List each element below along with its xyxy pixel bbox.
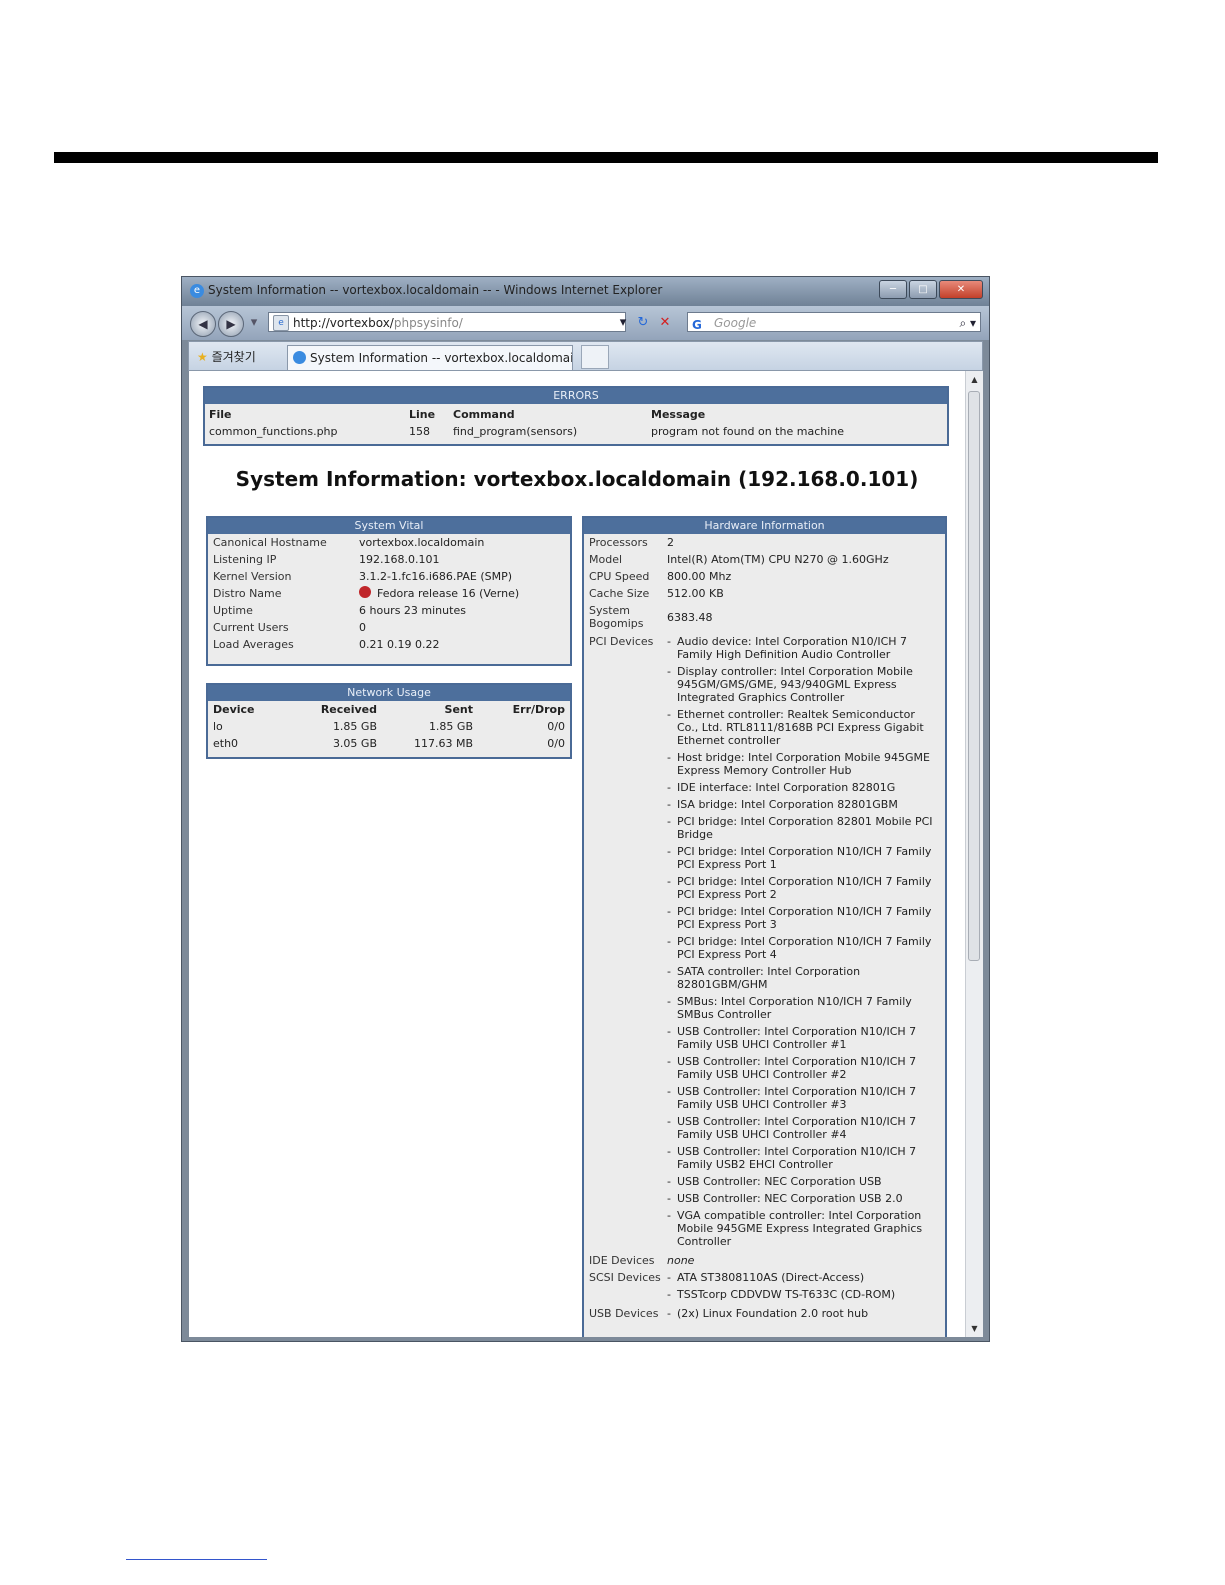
system-vital-heading: System Vital bbox=[208, 518, 570, 534]
list-item: USB Controller: Intel Corporation N10/IC… bbox=[667, 1055, 939, 1081]
table-row: lo 1.85 GB 1.85 GB 0/0 bbox=[213, 720, 565, 733]
list-item: (2x) Linux Foundation 2.0 root hub bbox=[667, 1307, 939, 1320]
list-item: USB Controller: NEC Corporation USB 2.0 bbox=[667, 1192, 939, 1205]
title-bar: e System Information -- vortexbox.locald… bbox=[182, 277, 989, 306]
list-item: SATA controller: Intel Corporation 82801… bbox=[667, 965, 939, 991]
errors-heading: ERRORS bbox=[205, 388, 947, 404]
stop-icon[interactable]: ✕ bbox=[656, 314, 674, 332]
list-item: SMBus: Intel Corporation N10/ICH 7 Famil… bbox=[667, 995, 939, 1021]
navigation-bar: ◀ ▶ ▾ e http://vortexbox/phpsysinfo/ ▾ ↻ … bbox=[182, 306, 989, 340]
list-item: PCI bridge: Intel Corporation N10/ICH 7 … bbox=[667, 875, 939, 901]
minimize-icon[interactable]: ─ bbox=[879, 280, 907, 299]
table-row: Load Averages 0.21 0.19 0.22 bbox=[213, 638, 440, 651]
address-dropdown-icon[interactable]: ▾ bbox=[614, 314, 632, 332]
star-icon: ★ bbox=[197, 350, 208, 364]
list-item: USB Controller: Intel Corporation N10/IC… bbox=[667, 1025, 939, 1051]
list-item: VGA compatible controller: Intel Corpora… bbox=[667, 1209, 939, 1248]
back-button[interactable]: ◀ bbox=[190, 311, 216, 337]
network-header-row: Device Received Sent Err/Drop bbox=[213, 703, 565, 716]
list-item: ATA ST3808110AS (Direct-Access) bbox=[667, 1271, 939, 1284]
list-item: USB Controller: Intel Corporation N10/IC… bbox=[667, 1085, 939, 1111]
page-content: ERRORS File Line Command Message common_… bbox=[189, 371, 983, 1337]
window-controls: ─ □ ✕ bbox=[879, 280, 983, 299]
browser-window: e System Information -- vortexbox.locald… bbox=[181, 276, 990, 1342]
table-row: Cache Size 512.00 KB bbox=[589, 587, 724, 600]
page-title: System Information: vortexbox.localdomai… bbox=[235, 467, 919, 491]
list-item: Display controller: Intel Corporation Mo… bbox=[667, 665, 939, 704]
list-item: ISA bridge: Intel Corporation 82801GBM bbox=[667, 798, 939, 811]
google-search-icon: G bbox=[692, 318, 702, 332]
table-row: Distro Name Fedora release 16 (Verne) bbox=[213, 586, 520, 600]
network-usage-heading: Network Usage bbox=[208, 685, 570, 701]
list-item: USB Controller: Intel Corporation N10/IC… bbox=[667, 1115, 939, 1141]
address-bar[interactable]: e http://vortexbox/phpsysinfo/ bbox=[268, 312, 626, 332]
hardware-information-panel: Hardware Information Processors 2 Model In… bbox=[582, 516, 947, 1337]
document-header-rule bbox=[54, 152, 1158, 163]
search-icon[interactable]: ⌕ ▾ bbox=[959, 313, 976, 333]
table-row: Kernel Version 3.1.2-1.fc16.i686.PAE (SMP… bbox=[213, 570, 513, 583]
close-icon[interactable]: ✕ bbox=[939, 280, 983, 299]
usb-device-list: (2x) Linux Foundation 2.0 root hub bbox=[667, 1305, 945, 1324]
tab-system-information[interactable]: System Information -- vortexbox.localdom… bbox=[287, 345, 573, 370]
ie-logo-icon: e bbox=[190, 284, 204, 298]
list-item: PCI bridge: Intel Corporation 82801 Mobi… bbox=[667, 815, 939, 841]
table-row: Current Users 0 bbox=[213, 621, 366, 634]
window-title: System Information -- vortexbox.localdom… bbox=[208, 283, 663, 297]
footer-link-underline bbox=[126, 1559, 267, 1560]
table-row: System Bogomips 6383.48 bbox=[589, 604, 713, 630]
table-row: common_functions.php 158 find_program(se… bbox=[209, 425, 845, 438]
forward-button[interactable]: ▶ bbox=[218, 311, 244, 337]
network-usage-panel: Network Usage Device Received Sent Err/Drop… bbox=[206, 683, 572, 759]
table-row: Processors 2 bbox=[589, 536, 674, 549]
page-icon: e bbox=[273, 315, 289, 331]
table-row: Canonical Hostname vortexbox.localdomain bbox=[213, 536, 485, 549]
list-item: IDE interface: Intel Corporation 82801G bbox=[667, 781, 939, 794]
errors-panel: ERRORS File Line Command Message common_… bbox=[203, 386, 949, 446]
table-row: Model Intel(R) Atom(TM) CPU N270 @ 1.60GH… bbox=[589, 553, 889, 566]
ie-tab-icon bbox=[293, 351, 306, 364]
table-row: IDE Devices none bbox=[589, 1254, 695, 1267]
scroll-down-icon[interactable]: ▼ bbox=[966, 1320, 983, 1337]
usb-devices-row: USB Devices (2x) Linux Foundation 2.0 ro… bbox=[584, 1305, 945, 1324]
table-row: CPU Speed 800.00 Mhz bbox=[589, 570, 732, 583]
refresh-icon[interactable]: ↻ bbox=[634, 314, 652, 332]
list-item: USB Controller: Intel Corporation N10/IC… bbox=[667, 1145, 939, 1171]
list-item: Audio device: Intel Corporation N10/ICH … bbox=[667, 635, 939, 661]
list-item: Ethernet controller: Realtek Semiconduct… bbox=[667, 708, 939, 747]
maximize-icon[interactable]: □ bbox=[909, 280, 937, 299]
hardware-information-heading: Hardware Information bbox=[584, 518, 945, 534]
tab-bar: ★ 즐겨찾기 System Information -- vortexbox.l… bbox=[188, 341, 983, 371]
list-item: PCI bridge: Intel Corporation N10/ICH 7 … bbox=[667, 935, 939, 961]
scrollbar-thumb[interactable] bbox=[968, 391, 980, 961]
scroll-up-icon[interactable]: ▲ bbox=[966, 371, 983, 388]
list-item: PCI bridge: Intel Corporation N10/ICH 7 … bbox=[667, 905, 939, 931]
recent-pages-icon[interactable]: ▾ bbox=[245, 314, 263, 332]
pci-devices-row: PCI Devices Audio device: Intel Corporat… bbox=[584, 633, 945, 1252]
table-row: Listening IP 192.168.0.101 bbox=[213, 553, 440, 566]
favorites-button[interactable]: ★ 즐겨찾기 bbox=[197, 348, 256, 365]
list-item: USB Controller: NEC Corporation USB bbox=[667, 1175, 939, 1188]
search-input[interactable]: G Google ⌕ ▾ bbox=[687, 312, 981, 332]
list-item: PCI bridge: Intel Corporation N10/ICH 7 … bbox=[667, 845, 939, 871]
system-vital-panel: System Vital Canonical Hostname vortexbox… bbox=[206, 516, 572, 666]
vertical-scrollbar[interactable]: ▲ ▼ bbox=[965, 371, 983, 1337]
list-item: Host bridge: Intel Corporation Mobile 94… bbox=[667, 751, 939, 777]
fedora-logo-icon bbox=[359, 586, 371, 598]
errors-header-row: File Line Command Message bbox=[209, 408, 706, 421]
new-tab-button[interactable] bbox=[581, 345, 609, 369]
table-row: eth0 3.05 GB 117.63 MB 0/0 bbox=[213, 737, 565, 750]
list-item: TSSTcorp CDDVDW TS-T633C (CD-ROM) bbox=[667, 1288, 939, 1301]
scsi-device-list: ATA ST3808110AS (Direct-Access) TSSTcorp … bbox=[667, 1269, 945, 1305]
scsi-devices-row: SCSI Devices ATA ST3808110AS (Direct-Acc… bbox=[584, 1269, 945, 1305]
pci-device-list: Audio device: Intel Corporation N10/ICH … bbox=[667, 633, 945, 1252]
table-row: Uptime 6 hours 23 minutes bbox=[213, 604, 466, 617]
